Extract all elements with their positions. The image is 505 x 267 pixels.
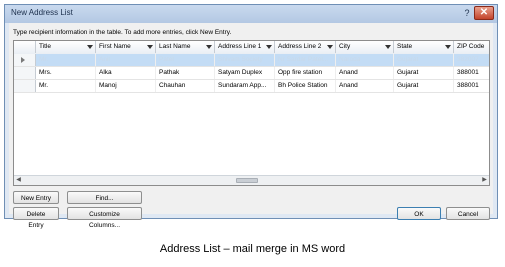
dropdown-arrow-icon[interactable] [445, 45, 451, 49]
column-header-zip-code[interactable]: ZIP Code [454, 41, 489, 53]
scroll-right-icon[interactable]: ▶ [480, 176, 489, 185]
cell-last-name[interactable]: Pathak [156, 67, 215, 79]
cell-city[interactable]: Anand [336, 67, 394, 79]
column-header-title[interactable]: Title [36, 41, 96, 53]
dropdown-arrow-icon[interactable] [87, 45, 93, 49]
column-header-address-line-1[interactable]: Address Line 1 [215, 41, 275, 53]
scrollbar-thumb[interactable] [236, 178, 258, 183]
dialog-title: New Address List [11, 8, 73, 17]
address-table[interactable]: Title First Name Last Name Address Line … [13, 40, 490, 186]
title-bar[interactable]: New Address List ? ✕ [5, 5, 497, 23]
cell-address-line-2[interactable]: Bh Police Station [275, 80, 336, 92]
new-address-list-dialog: New Address List ? ✕ Type recipient info… [4, 4, 498, 229]
cell-zip-code[interactable]: 388001 [454, 67, 489, 79]
column-address-line-2-label: Address Line 2 [278, 43, 322, 50]
row-selector[interactable] [14, 80, 36, 92]
cell-address-line-1[interactable]: Satyam Duplex [215, 67, 275, 79]
row-selector[interactable] [14, 54, 36, 66]
column-state-label: State [397, 43, 413, 50]
cell-first-name[interactable]: Anil [96, 54, 156, 66]
table-row[interactable]: Mrs. Alka Pathak Satyam Duplex Opp fire … [14, 67, 489, 80]
cell-first-name[interactable]: Manoj [96, 80, 156, 92]
cell-address-line-1[interactable]: Shivam Society [215, 54, 275, 66]
dropdown-arrow-icon[interactable] [266, 45, 272, 49]
cell-city[interactable]: Naroda [336, 54, 394, 66]
table-header: Title First Name Last Name Address Line … [14, 41, 489, 55]
help-button[interactable]: ? [461, 7, 473, 19]
column-title-label: Title [39, 43, 52, 50]
cell-first-name[interactable]: Alka [96, 67, 156, 79]
cell-zip-code[interactable]: 388001 [454, 80, 489, 92]
dropdown-arrow-icon[interactable] [206, 45, 212, 49]
cell-state[interactable]: Gujarat [394, 80, 454, 92]
dialog-body: Type recipient information in the table.… [9, 23, 493, 229]
cell-title[interactable]: Mrs. [36, 67, 96, 79]
dropdown-arrow-icon[interactable] [147, 45, 153, 49]
column-header-last-name[interactable]: Last Name [156, 41, 215, 53]
figure-caption: Address List – mail merge in MS word [159, 243, 346, 255]
table-row[interactable]: Mr. Anil Patel Shivam Society Nr Sardar … [14, 54, 489, 67]
column-zip-code-label: ZIP Code [457, 43, 485, 50]
column-header-state[interactable]: State [394, 41, 454, 53]
close-button[interactable]: ✕ [474, 6, 494, 20]
table-row[interactable]: Mr. Manoj Chauhan Sundaram App... Bh Pol… [14, 80, 489, 93]
cell-title[interactable]: Mr. [36, 54, 96, 66]
horizontal-scrollbar[interactable]: ◀ ▶ [14, 175, 489, 185]
cell-last-name[interactable]: Chauhan [156, 80, 215, 92]
customize-columns-button[interactable]: Customize Columns... [67, 207, 142, 229]
cell-address-line-2[interactable]: Nr Sardar Patel... [275, 54, 336, 66]
new-entry-button[interactable]: New Entry [13, 191, 59, 204]
column-header-address-line-2[interactable]: Address Line 2 [275, 41, 336, 53]
ok-button[interactable]: OK [397, 207, 441, 220]
scroll-left-icon[interactable]: ◀ [14, 176, 23, 185]
delete-entry-button[interactable]: Delete Entry [13, 207, 59, 229]
dropdown-arrow-icon[interactable] [327, 45, 333, 49]
cell-address-line-2[interactable]: Opp fire station [275, 67, 336, 79]
column-address-line-1-label: Address Line 1 [218, 43, 262, 50]
column-header-first-name[interactable]: First Name [96, 41, 156, 53]
cell-state[interactable]: Gujarat [394, 67, 454, 79]
cell-last-name[interactable]: Patel [156, 54, 215, 66]
row-pointer-icon [21, 57, 25, 63]
column-last-name-label: Last Name [159, 43, 191, 50]
instruction-text: Type recipient information in the table.… [13, 29, 232, 36]
column-header-city[interactable]: City [336, 41, 394, 53]
find-button[interactable]: Find... [67, 191, 142, 204]
dropdown-arrow-icon[interactable] [385, 45, 391, 49]
cell-title[interactable]: Mr. [36, 80, 96, 92]
cell-address-line-1[interactable]: Sundaram App... [215, 80, 275, 92]
cancel-button[interactable]: Cancel [446, 207, 490, 220]
row-selector[interactable] [14, 67, 36, 79]
column-first-name-label: First Name [99, 43, 131, 50]
row-header-corner [14, 41, 36, 53]
cell-zip-code[interactable]: 382007 [454, 54, 489, 66]
cell-city[interactable]: Anand [336, 80, 394, 92]
column-city-label: City [339, 43, 351, 50]
cell-state[interactable]: Gujarat [394, 54, 454, 66]
